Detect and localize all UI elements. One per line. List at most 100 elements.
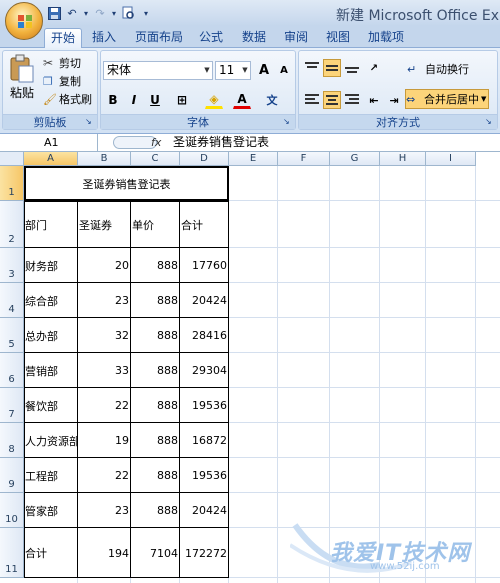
table-cell[interactable]: 16872 [180, 423, 229, 458]
paste-button[interactable]: 粘贴 [7, 54, 37, 101]
table-cell[interactable]: 33 [78, 353, 131, 388]
decrease-indent-button[interactable]: ⇤ [365, 91, 383, 109]
table-cell[interactable]: 19536 [180, 458, 229, 493]
font-name-select[interactable]: 宋体 ▼ [103, 61, 213, 80]
table-cell[interactable]: 888 [131, 458, 180, 493]
column-header-f[interactable]: F [278, 152, 330, 166]
align-middle-button[interactable] [323, 59, 341, 77]
column-header-i[interactable]: I [426, 152, 476, 166]
align-bottom-button[interactable] [343, 59, 361, 75]
table-cell[interactable]: 888 [131, 353, 180, 388]
wrap-text-button[interactable]: ↵ 自动换行 [407, 61, 469, 77]
dialog-launcher-icon[interactable]: ↘ [85, 117, 95, 127]
tab-page-layout[interactable]: 页面布局 [129, 28, 189, 48]
table-cell[interactable]: 28416 [180, 318, 229, 353]
column-header-a[interactable]: A [24, 152, 78, 166]
redo-dropdown-icon[interactable]: ▾ [110, 5, 118, 21]
row-header-5[interactable]: 5 [0, 318, 24, 353]
redo-icon[interactable]: ↷ [92, 5, 108, 21]
select-all-corner[interactable] [0, 152, 24, 166]
table-cell[interactable]: 32 [78, 318, 131, 353]
customize-qat-icon[interactable]: ▾ [138, 5, 154, 21]
table-cell[interactable]: 888 [131, 423, 180, 458]
table-cell[interactable]: 888 [131, 493, 180, 528]
column-header-e[interactable]: E [229, 152, 278, 166]
table-cell[interactable]: 23 [78, 283, 131, 318]
row-header-1[interactable]: 1 [0, 166, 24, 201]
row-header-8[interactable]: 8 [0, 423, 24, 458]
merge-center-button[interactable]: ⇔ 合并后居中 ▼ [405, 89, 490, 109]
row-header-11[interactable]: 11 [0, 528, 24, 578]
align-center-button[interactable] [323, 91, 341, 109]
grow-font-button[interactable]: A [255, 61, 273, 79]
table-cell[interactable]: 19536 [180, 388, 229, 423]
tab-data[interactable]: 数据 [236, 28, 272, 48]
row-header-3[interactable]: 3 [0, 248, 24, 283]
name-box[interactable]: A1 [0, 134, 98, 151]
column-header-b[interactable]: B [78, 152, 131, 166]
align-right-button[interactable] [343, 91, 361, 107]
borders-button[interactable]: ⊞ [173, 91, 191, 109]
table-cell[interactable]: 22 [78, 458, 131, 493]
row-label-cell[interactable]: 总办部 [24, 318, 78, 353]
row-label-cell[interactable]: 合计 [24, 528, 78, 578]
row-label-cell[interactable]: 营销部 [24, 353, 78, 388]
cut-button[interactable]: ✂ 剪切 [43, 55, 81, 71]
print-preview-icon[interactable] [120, 5, 136, 21]
table-cell[interactable]: 19 [78, 423, 131, 458]
table-cell[interactable]: 23 [78, 493, 131, 528]
worksheet[interactable]: ABCDEFGHI 1 2 3 4 5 6 7 8 9 10 11 圣诞券销售登记表 部门 圣诞券 单价… [0, 152, 500, 583]
row-label-cell[interactable]: 综合部 [24, 283, 78, 318]
row-label-cell[interactable]: 工程部 [24, 458, 78, 493]
column-header-g[interactable]: G [330, 152, 380, 166]
table-title-cell[interactable]: 圣诞券销售登记表 [24, 166, 229, 201]
underline-button[interactable]: U [146, 91, 164, 109]
row-label-cell[interactable]: 餐饮部 [24, 388, 78, 423]
copy-button[interactable]: ❐ 复制 [43, 73, 81, 89]
table-cell[interactable]: 29304 [180, 353, 229, 388]
table-cell[interactable]: 20 [78, 248, 131, 283]
formula-content[interactable]: 圣诞券销售登记表 [173, 134, 269, 151]
table-cell[interactable]: 888 [131, 388, 180, 423]
tab-view[interactable]: 视图 [320, 28, 356, 48]
undo-icon[interactable]: ↶ [64, 5, 80, 21]
column-header-c[interactable]: C [131, 152, 180, 166]
table-cell[interactable]: 7104 [131, 528, 180, 578]
orientation-button[interactable]: ↗ [365, 59, 383, 77]
table-cell[interactable]: 17760 [180, 248, 229, 283]
tab-addins[interactable]: 加载项 [362, 28, 410, 48]
table-cell[interactable]: 194 [78, 528, 131, 578]
row-label-cell[interactable]: 人力资源部 [24, 423, 78, 458]
column-header-h[interactable]: H [380, 152, 426, 166]
row-header-4[interactable]: 4 [0, 283, 24, 318]
row-header-10[interactable]: 10 [0, 493, 24, 528]
align-left-button[interactable] [303, 91, 321, 107]
header-cell[interactable]: 圣诞券 [78, 201, 131, 248]
table-cell[interactable]: 888 [131, 318, 180, 353]
font-size-select[interactable]: 11 ▼ [215, 61, 251, 80]
dialog-launcher-icon[interactable]: ↘ [283, 117, 293, 127]
tab-insert[interactable]: 插入 [86, 28, 122, 48]
header-cell[interactable]: 部门 [24, 201, 78, 248]
bold-button[interactable]: B [104, 91, 122, 109]
column-header-d[interactable]: D [180, 152, 229, 166]
align-top-button[interactable] [303, 59, 321, 75]
italic-button[interactable]: I [125, 91, 143, 109]
row-header-2[interactable]: 2 [0, 201, 24, 248]
tab-review[interactable]: 审阅 [278, 28, 314, 48]
row-header-6[interactable]: 6 [0, 353, 24, 388]
row-label-cell[interactable]: 财务部 [24, 248, 78, 283]
table-cell[interactable]: 888 [131, 248, 180, 283]
font-color-button[interactable]: A [233, 91, 251, 109]
row-label-cell[interactable]: 管家部 [24, 493, 78, 528]
insert-function-icon[interactable]: fx [151, 134, 161, 151]
office-button[interactable] [5, 2, 43, 40]
shrink-font-button[interactable]: A [275, 61, 293, 79]
increase-indent-button[interactable]: ⇥ [385, 91, 403, 109]
dialog-launcher-icon[interactable]: ↘ [485, 117, 495, 127]
format-painter-button[interactable]: 🖌 格式刷 [43, 91, 92, 107]
table-cell[interactable]: 888 [131, 283, 180, 318]
table-cell[interactable]: 20424 [180, 283, 229, 318]
tab-home[interactable]: 开始 [44, 28, 83, 49]
save-icon[interactable] [46, 5, 62, 21]
